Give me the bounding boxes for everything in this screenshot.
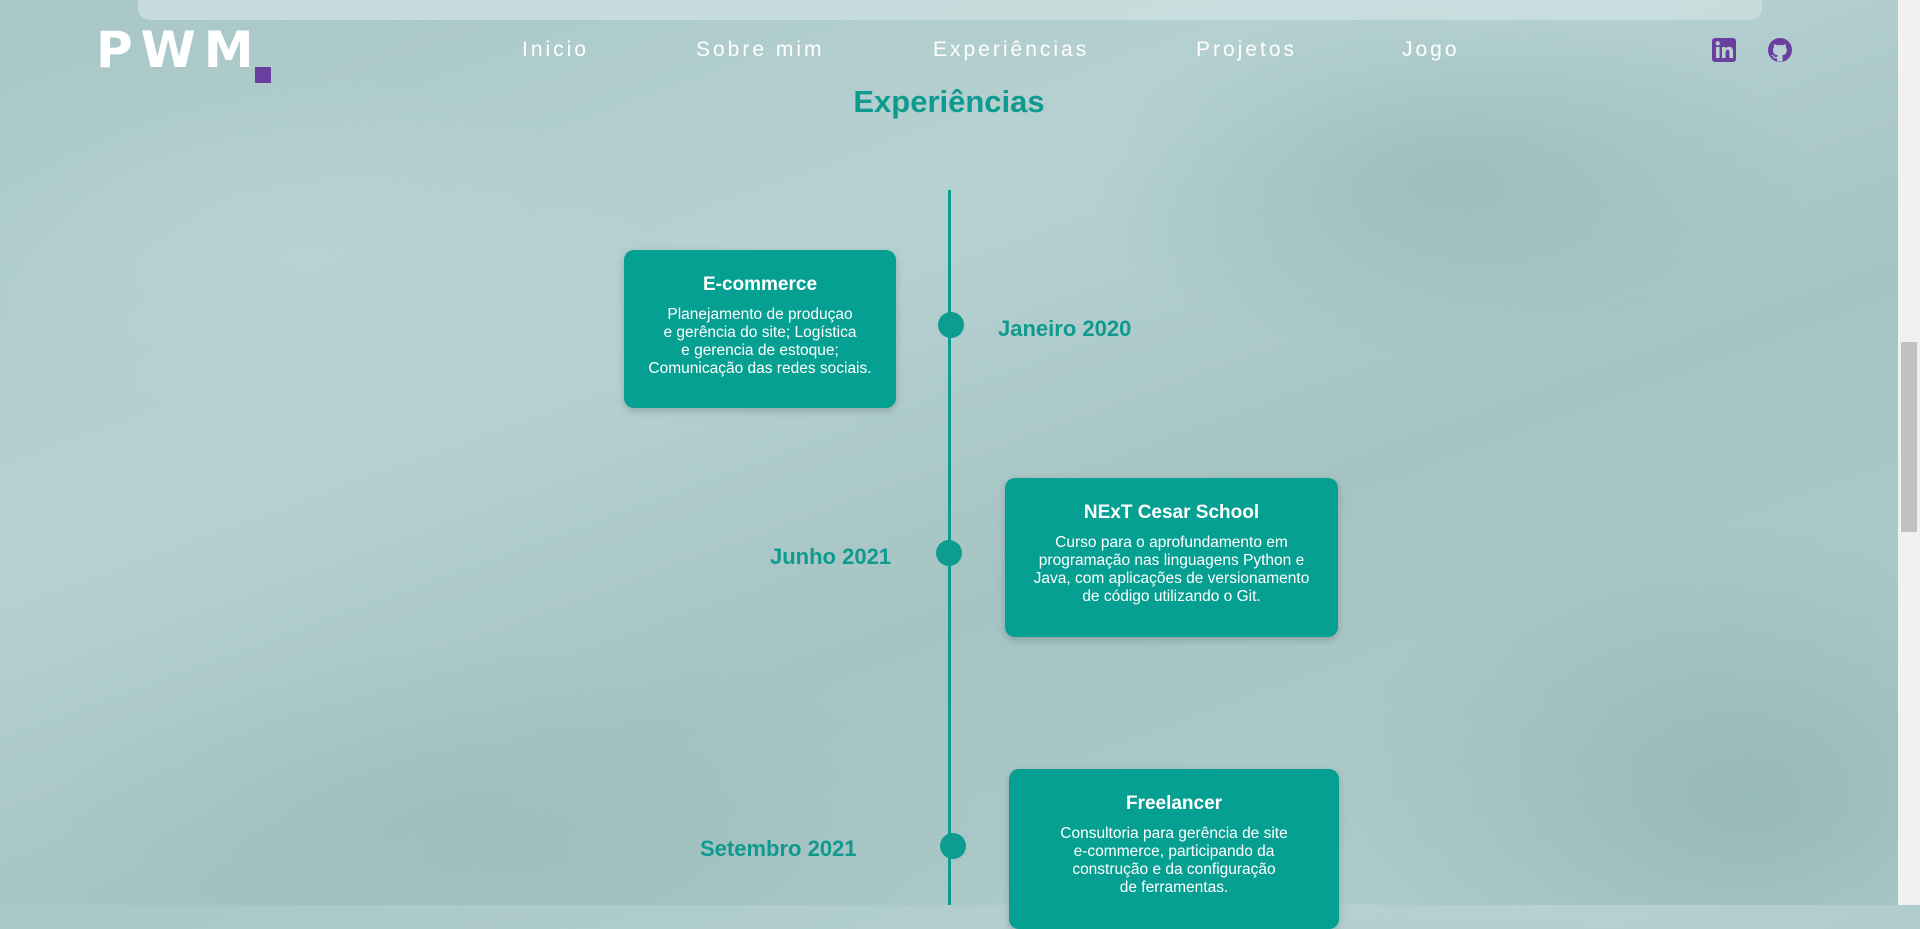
card-description: Curso para o aprofundamento em programaç… xyxy=(1033,534,1310,605)
github-icon[interactable] xyxy=(1767,37,1793,63)
card-description: Planejamento de produçao e gerência do s… xyxy=(648,306,872,377)
card-title: E-commerce xyxy=(702,274,818,295)
header-top-strip xyxy=(138,0,1762,20)
timeline-dot xyxy=(938,312,964,338)
nav-item-inicio[interactable]: Inicio xyxy=(522,38,589,62)
section-title: Experiências xyxy=(853,84,1045,119)
card-title: Freelancer xyxy=(1125,793,1223,814)
logo-dot xyxy=(255,67,271,83)
card-description: Consultoria para gerência de site e-comm… xyxy=(1060,825,1288,896)
page-scrollbar[interactable] xyxy=(1898,0,1920,905)
timeline-date: Setembro 2021 xyxy=(700,836,857,861)
timeline-card-ecommerce: E-commerce Planejamento de produçao e ge… xyxy=(624,250,896,408)
timeline-date: Janeiro 2020 xyxy=(998,316,1132,341)
linkedin-icon[interactable] xyxy=(1711,37,1737,63)
timeline-dot xyxy=(940,833,966,859)
site-logo[interactable]: PWM xyxy=(96,22,262,78)
scrollbar-thumb[interactable] xyxy=(1901,342,1917,532)
nav-item-sobre-mim[interactable]: Sobre mim xyxy=(696,38,825,62)
timeline-card-freelancer: Freelancer Consultoria para gerência de … xyxy=(1009,769,1339,929)
timeline-card-next-cesar-school: NExT Cesar School Curso para o aprofunda… xyxy=(1005,478,1338,637)
card-title: NExT Cesar School xyxy=(1083,502,1260,523)
timeline-date: Junho 2021 xyxy=(770,544,892,569)
nav-item-projetos[interactable]: Projetos xyxy=(1196,38,1297,62)
timeline-dot xyxy=(936,540,962,566)
nav-item-jogo[interactable]: Jogo xyxy=(1402,38,1460,62)
nav-item-experiencias[interactable]: Experiências xyxy=(933,38,1089,62)
